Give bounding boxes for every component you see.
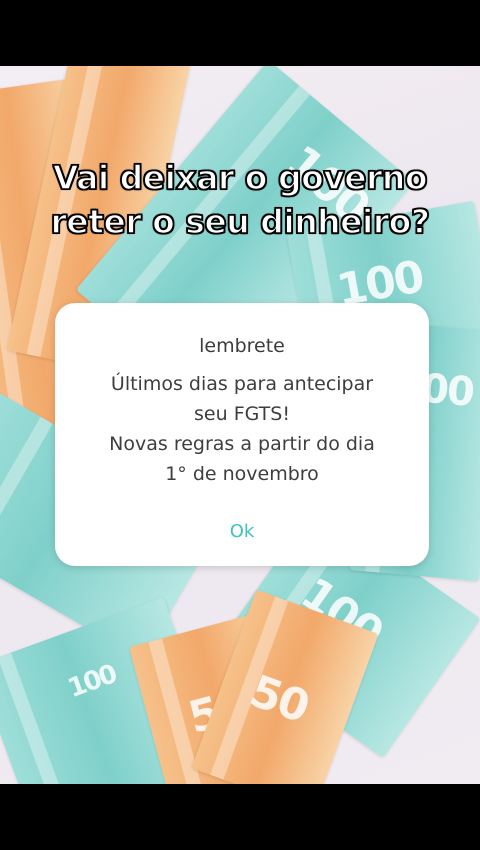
- banknote-denomination: 100: [64, 659, 120, 705]
- ok-button[interactable]: Ok: [192, 515, 292, 549]
- dialog-message: Últimos dias para antecipar seu FGTS! No…: [75, 369, 409, 489]
- dialog-message-line: Últimos dias para antecipar: [110, 373, 374, 395]
- dialog-message-line: Novas regras a partir do dia: [109, 433, 375, 455]
- dialog-message-line: seu FGTS!: [194, 403, 290, 425]
- dialog-message-line: 1° de novembro: [165, 463, 319, 485]
- dialog-title: lembrete: [199, 335, 285, 357]
- reminder-dialog: lembrete Últimos dias para antecipar seu…: [55, 303, 429, 566]
- video-frame: 100 100 100 100 50 50 100 Vai: [0, 0, 480, 850]
- video-caption: Vai deixar o governo reter o seu dinheir…: [0, 156, 480, 244]
- video-caption-line-2: reter o seu dinheiro?: [50, 201, 431, 242]
- video-caption-line-1: Vai deixar o governo: [52, 157, 428, 198]
